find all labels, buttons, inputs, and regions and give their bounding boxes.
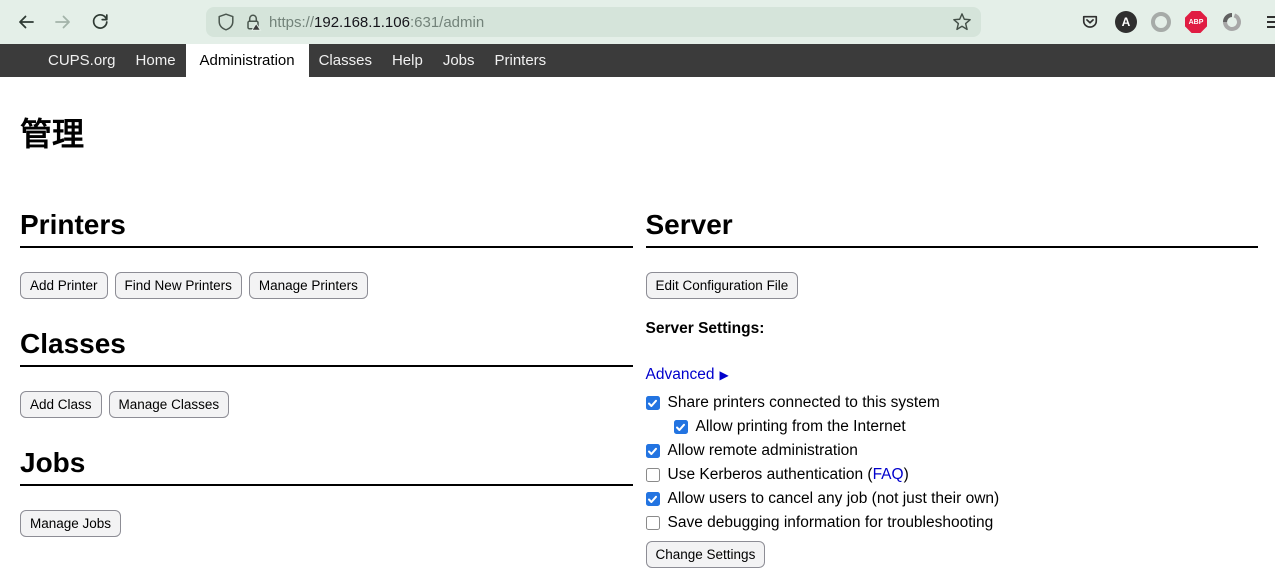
nav-item-jobs[interactable]: Jobs: [433, 44, 485, 77]
back-arrow-icon: [16, 12, 36, 32]
page-title: 管理: [20, 109, 1258, 155]
manage-printers-button[interactable]: Manage Printers: [249, 272, 368, 299]
setting-row-remote-administration: Allow remote administration: [646, 439, 1259, 463]
adblock-plus-icon[interactable]: ABP: [1185, 11, 1207, 33]
change-settings-button[interactable]: Change Settings: [646, 541, 766, 568]
setting-row-debug-logging: Save debugging information for troublesh…: [646, 511, 1259, 535]
setting-label: Allow users to cancel any job (not just …: [668, 490, 1000, 508]
url-text: https://192.168.1.106:631/admin: [269, 14, 484, 31]
add-printer-button[interactable]: Add Printer: [20, 272, 108, 299]
reload-button[interactable]: [84, 6, 116, 38]
back-button[interactable]: [10, 6, 42, 38]
page-content: 管理 Printers Add Printer Find New Printer…: [0, 109, 1275, 568]
url-path: :631/admin: [410, 14, 484, 31]
bookmark-star-icon[interactable]: [951, 11, 973, 33]
setting-label: Use Kerberos authentication (: [668, 466, 873, 484]
checkbox-debug-logging[interactable]: [646, 516, 660, 530]
url-scheme: https://: [269, 14, 314, 31]
setting-label: Allow remote administration: [668, 442, 858, 460]
setting-label: Save debugging information for troublesh…: [668, 514, 994, 532]
expand-arrow-icon: ▶: [719, 368, 728, 382]
edit-configuration-file-button[interactable]: Edit Configuration File: [646, 272, 799, 299]
nav-item-help[interactable]: Help: [382, 44, 433, 77]
checkbox-kerberos[interactable]: [646, 468, 660, 482]
server-settings-label: Server Settings:: [646, 320, 1259, 338]
reload-icon: [90, 12, 110, 32]
url-host: 192.168.1.106: [314, 14, 410, 31]
checkbox-allow-internet-printing[interactable]: [674, 420, 688, 434]
classes-heading: Classes: [20, 328, 633, 367]
nav-item-cups-org[interactable]: CUPS.org: [38, 44, 126, 77]
server-settings-checkboxes: Share printers connected to this system …: [646, 391, 1259, 535]
nav-item-administration[interactable]: Administration: [186, 44, 309, 77]
find-new-printers-button[interactable]: Find New Printers: [115, 272, 242, 299]
setting-row-share-printers: Share printers connected to this system: [646, 391, 1259, 415]
pocket-icon[interactable]: [1079, 11, 1101, 33]
setting-row-cancel-any-job: Allow users to cancel any job (not just …: [646, 487, 1259, 511]
extension-ring-icon[interactable]: [1151, 12, 1171, 32]
server-column: Server Edit Configuration File Server Se…: [646, 209, 1259, 568]
extension-a-icon[interactable]: A: [1115, 11, 1137, 33]
setting-label: ): [904, 466, 909, 484]
nav-item-printers[interactable]: Printers: [485, 44, 557, 77]
advanced-link[interactable]: Advanced ▶: [646, 366, 729, 384]
jobs-heading: Jobs: [20, 447, 633, 486]
url-bar[interactable]: https://192.168.1.106:631/admin: [206, 7, 981, 37]
menu-hamburger-icon[interactable]: [1263, 12, 1275, 32]
manage-classes-button[interactable]: Manage Classes: [109, 391, 230, 418]
setting-row-allow-internet-printing: Allow printing from the Internet: [674, 415, 1259, 439]
add-class-button[interactable]: Add Class: [20, 391, 102, 418]
shield-icon[interactable]: [216, 12, 236, 32]
left-column: Printers Add Printer Find New Printers M…: [20, 209, 633, 568]
checkbox-share-printers[interactable]: [646, 396, 660, 410]
setting-label: Allow printing from the Internet: [696, 418, 906, 436]
checkbox-remote-administration[interactable]: [646, 444, 660, 458]
nav-item-classes[interactable]: Classes: [309, 44, 382, 77]
server-heading: Server: [646, 209, 1259, 248]
forward-button[interactable]: [47, 6, 79, 38]
browser-toolbar: https://192.168.1.106:631/admin A ABP: [0, 0, 1275, 44]
advanced-link-label: Advanced: [646, 366, 715, 384]
setting-label: Share printers connected to this system: [668, 394, 940, 412]
cups-navbar: CUPS.org Home Administration Classes Hel…: [0, 44, 1275, 77]
forward-arrow-icon: [53, 12, 73, 32]
checkbox-cancel-any-job[interactable]: [646, 492, 660, 506]
extension-cluster: A ABP: [1079, 11, 1275, 33]
printers-heading: Printers: [20, 209, 633, 248]
faq-link[interactable]: FAQ: [873, 466, 904, 484]
extension-swirl-icon[interactable]: [1221, 11, 1243, 33]
manage-jobs-button[interactable]: Manage Jobs: [20, 510, 121, 537]
setting-row-kerberos: Use Kerberos authentication (FAQ): [646, 463, 1259, 487]
lock-insecure-icon[interactable]: [243, 12, 263, 32]
nav-item-home[interactable]: Home: [126, 44, 186, 77]
